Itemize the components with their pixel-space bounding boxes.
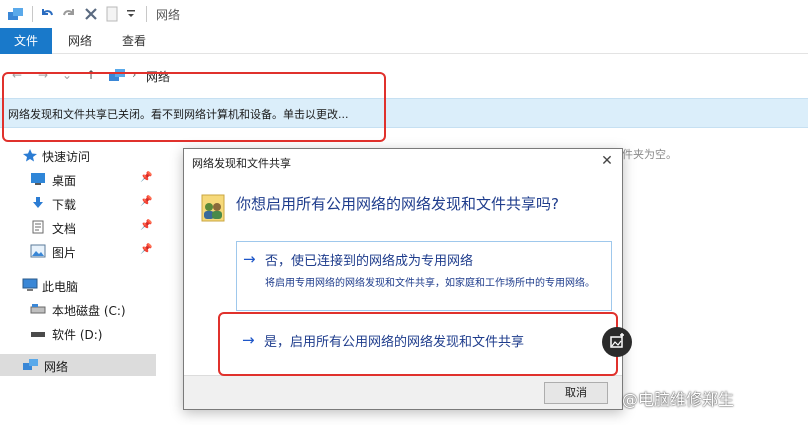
quick-access-toolbar: 网络 [0, 0, 808, 28]
navigation-pane: 快速访问 桌面 📌 下载 📌 文档 📌 图片 📌 此电脑 本地磁盘 (C:) 软… [0, 138, 160, 398]
pin-icon: 📌 [140, 196, 153, 207]
desktop-icon [30, 172, 46, 186]
empty-folder-text: 件夹为空。 [622, 148, 677, 161]
pin-icon: 📌 [140, 220, 153, 231]
undo-icon[interactable] [38, 4, 56, 24]
cancel-button[interactable]: 取消 [544, 382, 608, 404]
toolbar-separator [146, 6, 147, 22]
close-icon[interactable]: ✕ [596, 151, 618, 171]
computer-icon [22, 278, 38, 292]
sidebar-item-pictures[interactable]: 图片 📌 [0, 240, 156, 262]
drive-icon [30, 302, 46, 316]
pin-icon: 📌 [140, 244, 153, 255]
highlight-box-infobar [2, 72, 386, 142]
sidebar-item-network[interactable]: 网络 [0, 354, 156, 376]
option-private-network[interactable]: → 否，使已连接到的网络成为专用网络 将启用专用网络的网络发现和文件共享，如家庭… [236, 241, 612, 311]
dialog-footer: 取消 [184, 375, 622, 409]
sidebar-item-local-disk-c[interactable]: 本地磁盘 (C:) [0, 298, 156, 320]
ribbon-tabs: 文件 网络 查看 [0, 28, 808, 54]
option-private-description: 将启用专用网络的网络发现和文件共享，如家庭和工作场所中的专用网络。 [265, 278, 595, 289]
option-private-title: 否，使已连接到的网络成为专用网络 [265, 254, 474, 269]
share-image-button[interactable] [602, 327, 632, 357]
sidebar-item-software-d[interactable]: 软件 (D:) [0, 322, 156, 344]
star-icon [22, 148, 38, 162]
highlight-box-enable-option [218, 312, 618, 376]
sidebar-item-downloads[interactable]: 下载 📌 [0, 192, 156, 214]
tab-network[interactable]: 网络 [58, 28, 102, 54]
picture-icon [30, 244, 46, 258]
download-icon [30, 196, 46, 210]
properties-icon[interactable] [6, 4, 26, 24]
network-icon [22, 358, 38, 372]
new-folder-icon[interactable] [104, 4, 120, 24]
watermark-text: @电脑维修郑生 [622, 390, 735, 409]
dialog-title: 网络发现和文件共享 [192, 157, 291, 170]
dialog-question: 你想启用所有公用网络的网络发现和文件共享吗? [236, 195, 559, 213]
sidebar-item-this-pc[interactable]: 此电脑 [0, 274, 156, 296]
tab-file[interactable]: 文件 [0, 28, 52, 54]
pin-icon: 📌 [140, 172, 153, 183]
window-title: 网络 [156, 8, 181, 22]
sidebar-item-documents[interactable]: 文档 📌 [0, 216, 156, 238]
sidebar-item-quick-access[interactable]: 快速访问 [0, 144, 156, 166]
image-share-icon [610, 333, 624, 348]
drive-icon [30, 326, 46, 340]
network-users-icon [198, 193, 228, 223]
tab-view[interactable]: 查看 [112, 28, 156, 54]
toolbar-separator [32, 6, 33, 22]
redo-icon[interactable] [60, 4, 78, 24]
customize-toolbar-icon[interactable] [124, 4, 138, 24]
arrow-right-icon: → [243, 250, 256, 268]
sidebar-item-desktop[interactable]: 桌面 📌 [0, 168, 156, 190]
document-icon [30, 220, 46, 234]
delete-icon[interactable] [82, 4, 100, 24]
